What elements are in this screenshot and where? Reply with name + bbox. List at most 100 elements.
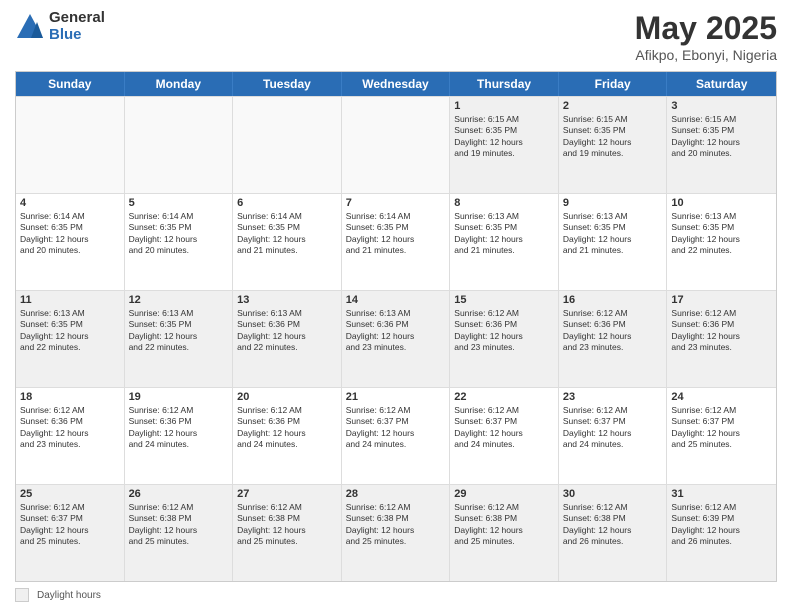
calendar-cell: 14 Sunrise: 6:13 AM Sunset: 6:36 PM Dayli… bbox=[342, 291, 451, 387]
day-info: Sunrise: 6:12 AM Sunset: 6:37 PM Dayligh… bbox=[454, 405, 554, 451]
calendar-cell: 25 Sunrise: 6:12 AM Sunset: 6:37 PM Dayli… bbox=[16, 485, 125, 581]
calendar-header-cell: Saturday bbox=[667, 72, 776, 96]
calendar-row: 25 Sunrise: 6:12 AM Sunset: 6:37 PM Dayli… bbox=[16, 484, 776, 581]
day-number: 9 bbox=[563, 197, 663, 209]
day-info: Sunrise: 6:12 AM Sunset: 6:37 PM Dayligh… bbox=[20, 502, 120, 548]
calendar-cell: 26 Sunrise: 6:12 AM Sunset: 6:38 PM Dayli… bbox=[125, 485, 234, 581]
calendar-cell: 4Sunrise: 6:14 AM Sunset: 6:35 PM Daylig… bbox=[16, 194, 125, 290]
day-number: 29 bbox=[454, 488, 554, 500]
day-number: 23 bbox=[563, 391, 663, 403]
calendar-cell: 12 Sunrise: 6:13 AM Sunset: 6:35 PM Dayli… bbox=[125, 291, 234, 387]
day-number: 18 bbox=[20, 391, 120, 403]
day-info: Sunrise: 6:15 AM Sunset: 6:35 PM Dayligh… bbox=[563, 114, 663, 160]
day-number: 22 bbox=[454, 391, 554, 403]
calendar-cell bbox=[342, 97, 451, 193]
day-info: Sunrise: 6:12 AM Sunset: 6:36 PM Dayligh… bbox=[237, 405, 337, 451]
day-number: 3 bbox=[671, 100, 772, 112]
day-info: Sunrise: 6:13 AM Sunset: 6:36 PM Dayligh… bbox=[346, 308, 446, 354]
calendar-cell bbox=[16, 97, 125, 193]
day-number: 30 bbox=[563, 488, 663, 500]
footer: Daylight hours bbox=[15, 588, 777, 602]
day-number: 25 bbox=[20, 488, 120, 500]
day-info: Sunrise: 6:13 AM Sunset: 6:35 PM Dayligh… bbox=[20, 308, 120, 354]
calendar-cell: 10Sunrise: 6:13 AM Sunset: 6:35 PM Dayli… bbox=[667, 194, 776, 290]
day-info: Sunrise: 6:14 AM Sunset: 6:35 PM Dayligh… bbox=[346, 211, 446, 257]
day-info: Sunrise: 6:15 AM Sunset: 6:35 PM Dayligh… bbox=[671, 114, 772, 160]
calendar-cell: 15 Sunrise: 6:12 AM Sunset: 6:36 PM Dayli… bbox=[450, 291, 559, 387]
day-number: 11 bbox=[20, 294, 120, 306]
calendar-header-cell: Friday bbox=[559, 72, 668, 96]
calendar-cell: 19 Sunrise: 6:12 AM Sunset: 6:36 PM Dayli… bbox=[125, 388, 234, 484]
day-info: Sunrise: 6:13 AM Sunset: 6:36 PM Dayligh… bbox=[237, 308, 337, 354]
day-number: 16 bbox=[563, 294, 663, 306]
day-info: Sunrise: 6:12 AM Sunset: 6:37 PM Dayligh… bbox=[671, 405, 772, 451]
logo: General Blue bbox=[15, 10, 105, 43]
calendar-cell bbox=[125, 97, 234, 193]
calendar-cell: 22 Sunrise: 6:12 AM Sunset: 6:37 PM Dayli… bbox=[450, 388, 559, 484]
calendar-cell: 8Sunrise: 6:13 AM Sunset: 6:35 PM Daylig… bbox=[450, 194, 559, 290]
logo-blue-text: Blue bbox=[49, 27, 105, 44]
day-info: Sunrise: 6:12 AM Sunset: 6:38 PM Dayligh… bbox=[346, 502, 446, 548]
calendar-cell: 1Sunrise: 6:15 AM Sunset: 6:35 PM Daylig… bbox=[450, 97, 559, 193]
calendar-header-cell: Sunday bbox=[16, 72, 125, 96]
header: General Blue May 2025 Afikpo, Ebonyi, Ni… bbox=[15, 10, 777, 63]
day-info: Sunrise: 6:12 AM Sunset: 6:38 PM Dayligh… bbox=[129, 502, 229, 548]
calendar-cell: 27Sunrise: 6:12 AM Sunset: 6:38 PM Dayli… bbox=[233, 485, 342, 581]
calendar-cell: 11 Sunrise: 6:13 AM Sunset: 6:35 PM Dayli… bbox=[16, 291, 125, 387]
calendar-cell: 13 Sunrise: 6:13 AM Sunset: 6:36 PM Dayli… bbox=[233, 291, 342, 387]
day-number: 19 bbox=[129, 391, 229, 403]
day-info: Sunrise: 6:12 AM Sunset: 6:37 PM Dayligh… bbox=[346, 405, 446, 451]
calendar-cell: 21 Sunrise: 6:12 AM Sunset: 6:37 PM Dayli… bbox=[342, 388, 451, 484]
calendar-row: 11 Sunrise: 6:13 AM Sunset: 6:35 PM Dayli… bbox=[16, 290, 776, 387]
day-number: 31 bbox=[671, 488, 772, 500]
day-number: 4 bbox=[20, 197, 120, 209]
day-info: Sunrise: 6:12 AM Sunset: 6:38 PM Dayligh… bbox=[563, 502, 663, 548]
day-info: Sunrise: 6:12 AM Sunset: 6:36 PM Dayligh… bbox=[129, 405, 229, 451]
calendar-row: 18 Sunrise: 6:12 AM Sunset: 6:36 PM Dayli… bbox=[16, 387, 776, 484]
calendar-cell: 7Sunrise: 6:14 AM Sunset: 6:35 PM Daylig… bbox=[342, 194, 451, 290]
day-number: 21 bbox=[346, 391, 446, 403]
page: General Blue May 2025 Afikpo, Ebonyi, Ni… bbox=[0, 0, 792, 612]
calendar-row: 1Sunrise: 6:15 AM Sunset: 6:35 PM Daylig… bbox=[16, 96, 776, 193]
day-number: 14 bbox=[346, 294, 446, 306]
day-info: Sunrise: 6:13 AM Sunset: 6:35 PM Dayligh… bbox=[129, 308, 229, 354]
day-number: 10 bbox=[671, 197, 772, 209]
calendar-header-cell: Monday bbox=[125, 72, 234, 96]
calendar-header: SundayMondayTuesdayWednesdayThursdayFrid… bbox=[16, 72, 776, 96]
calendar-cell: 18 Sunrise: 6:12 AM Sunset: 6:36 PM Dayli… bbox=[16, 388, 125, 484]
day-number: 15 bbox=[454, 294, 554, 306]
calendar-cell: 17 Sunrise: 6:12 AM Sunset: 6:36 PM Dayli… bbox=[667, 291, 776, 387]
day-info: Sunrise: 6:15 AM Sunset: 6:35 PM Dayligh… bbox=[454, 114, 554, 160]
subtitle: Afikpo, Ebonyi, Nigeria bbox=[635, 47, 777, 63]
day-info: Sunrise: 6:12 AM Sunset: 6:39 PM Dayligh… bbox=[671, 502, 772, 548]
calendar: SundayMondayTuesdayWednesdayThursdayFrid… bbox=[15, 71, 777, 582]
calendar-cell: 16Sunrise: 6:12 AM Sunset: 6:36 PM Dayli… bbox=[559, 291, 668, 387]
calendar-cell: 28 Sunrise: 6:12 AM Sunset: 6:38 PM Dayli… bbox=[342, 485, 451, 581]
day-info: Sunrise: 6:12 AM Sunset: 6:38 PM Dayligh… bbox=[237, 502, 337, 548]
calendar-header-cell: Tuesday bbox=[233, 72, 342, 96]
day-info: Sunrise: 6:13 AM Sunset: 6:35 PM Dayligh… bbox=[454, 211, 554, 257]
logo-icon bbox=[15, 12, 45, 42]
calendar-cell: 24 Sunrise: 6:12 AM Sunset: 6:37 PM Dayli… bbox=[667, 388, 776, 484]
day-number: 2 bbox=[563, 100, 663, 112]
daylight-legend-label: Daylight hours bbox=[37, 590, 101, 601]
calendar-cell: 30 Sunrise: 6:12 AM Sunset: 6:38 PM Dayli… bbox=[559, 485, 668, 581]
day-number: 5 bbox=[129, 197, 229, 209]
logo-text: General Blue bbox=[49, 10, 105, 43]
calendar-cell bbox=[233, 97, 342, 193]
calendar-cell: 2 Sunrise: 6:15 AM Sunset: 6:35 PM Daylig… bbox=[559, 97, 668, 193]
day-number: 17 bbox=[671, 294, 772, 306]
day-number: 24 bbox=[671, 391, 772, 403]
day-number: 12 bbox=[129, 294, 229, 306]
calendar-cell: 5Sunrise: 6:14 AM Sunset: 6:35 PM Daylig… bbox=[125, 194, 234, 290]
calendar-header-cell: Wednesday bbox=[342, 72, 451, 96]
day-info: Sunrise: 6:12 AM Sunset: 6:37 PM Dayligh… bbox=[563, 405, 663, 451]
day-info: Sunrise: 6:12 AM Sunset: 6:36 PM Dayligh… bbox=[20, 405, 120, 451]
day-number: 13 bbox=[237, 294, 337, 306]
day-number: 28 bbox=[346, 488, 446, 500]
calendar-cell: 31 Sunrise: 6:12 AM Sunset: 6:39 PM Dayli… bbox=[667, 485, 776, 581]
calendar-row: 4 Sunrise: 6:14 AM Sunset: 6:35 PM Daylig… bbox=[16, 193, 776, 290]
day-info: Sunrise: 6:12 AM Sunset: 6:36 PM Dayligh… bbox=[454, 308, 554, 354]
day-info: Sunrise: 6:12 AM Sunset: 6:36 PM Dayligh… bbox=[671, 308, 772, 354]
day-number: 26 bbox=[129, 488, 229, 500]
